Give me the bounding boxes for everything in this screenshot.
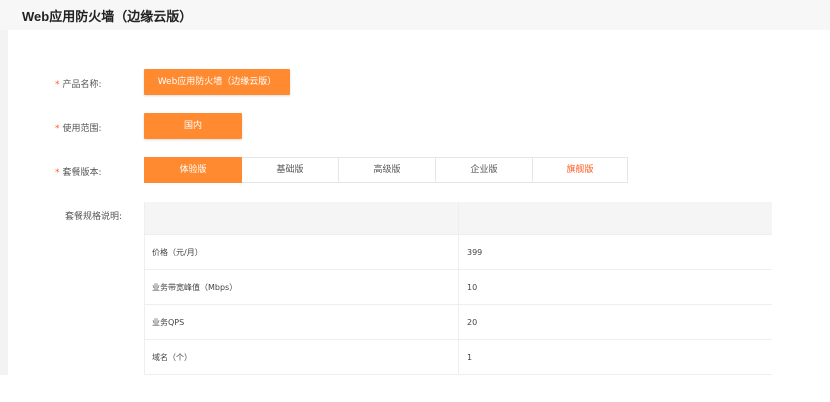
side-panel-edge [0, 30, 8, 375]
spec-row-name: 业务QPS [144, 304, 459, 340]
package-label: * 套餐版本: [55, 168, 102, 178]
spec-row-name: 业务带宽峰值（Mbps） [144, 269, 459, 305]
table-row: 业务QPS 20 [144, 304, 772, 340]
package-tabs: 体验版 基础版 高级版 企业版 旗舰版 [144, 157, 628, 183]
spec-table-header [144, 202, 772, 235]
spec-row-value: 1 [458, 339, 772, 375]
spec-header-cell [144, 202, 459, 235]
package-tab-basic[interactable]: 基础版 [242, 157, 339, 183]
page-title: Web应用防火墙（边缘云版） [22, 9, 193, 24]
package-tab-trial[interactable]: 体验版 [144, 157, 242, 183]
required-asterisk: * [55, 80, 60, 90]
package-tab-flagship[interactable]: 旗舰版 [533, 157, 628, 183]
product-name-label: * 产品名称: [55, 80, 102, 90]
package-tab-enterprise[interactable]: 企业版 [436, 157, 533, 183]
spec-row-value: 10 [458, 269, 772, 305]
spec-row-name: 价格（元/月） [144, 234, 459, 270]
scope-label: * 使用范围: [55, 124, 102, 134]
table-row: 价格（元/月） 399 [144, 234, 772, 270]
required-asterisk: * [55, 168, 60, 178]
spec-label: 套餐规格说明: [65, 212, 123, 222]
table-left-border [144, 202, 145, 374]
table-row: 业务带宽峰值（Mbps） 10 [144, 269, 772, 305]
spec-table: 价格（元/月） 399 业务带宽峰值（Mbps） 10 业务QPS 20 域名（… [144, 202, 772, 375]
spec-row-value: 399 [458, 234, 772, 270]
table-row: 域名（个） 1 [144, 339, 772, 375]
spec-row-value: 20 [458, 304, 772, 340]
spec-header-cell [458, 202, 772, 235]
spec-row-name: 域名（个） [144, 339, 459, 375]
product-name-option[interactable]: Web应用防火墙（边缘云版） [144, 69, 290, 95]
required-asterisk: * [55, 124, 60, 134]
scope-option-domestic[interactable]: 国内 [144, 113, 242, 139]
footer-blank [0, 375, 830, 402]
package-tab-advanced[interactable]: 高级版 [339, 157, 436, 183]
